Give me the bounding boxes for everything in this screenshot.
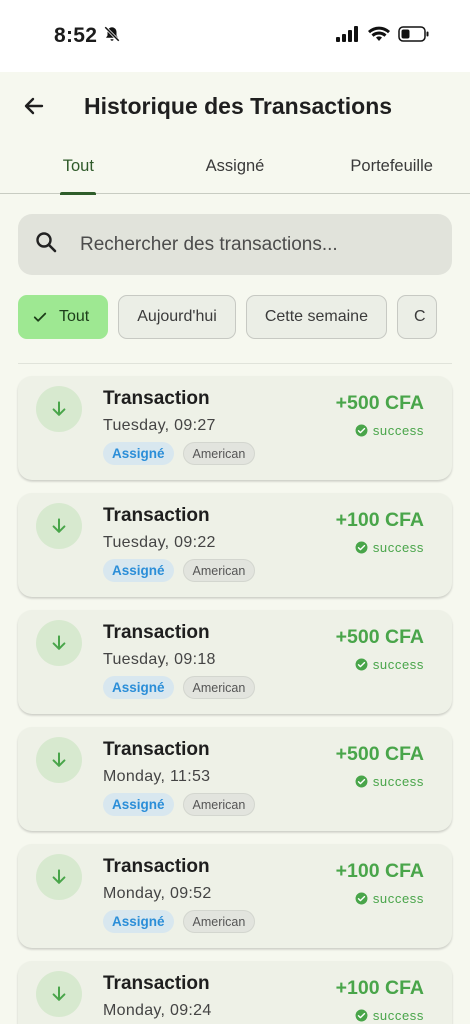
type-badge: American [182,559,256,582]
page-title: Historique des Transactions [84,92,393,119]
status-text: success [372,891,424,906]
divider [18,363,452,364]
status-indicator: success [336,540,424,555]
type-badge: American [182,910,256,933]
status-indicator: success [336,891,424,906]
transaction-date: Tuesday, 09:22 [103,534,216,551]
tab-bar: Tout Assigné Portefeuille [0,140,470,194]
transaction-title: Transaction [103,505,210,526]
assigned-badge: Assigné [103,559,174,582]
filter-chip-tout[interactable]: Tout [18,295,109,339]
arrow-down-icon [52,986,66,1001]
assigned-badge: Assigné [103,793,174,816]
arrow-left-icon [24,97,44,115]
transaction-card[interactable]: Transaction Monday, 09:24 +100 CFA succe… [18,961,452,1024]
transaction-card[interactable]: Transaction Monday, 11:53 Assigné Americ… [18,727,452,831]
tab-tout[interactable]: Tout [0,140,157,193]
transaction-card[interactable]: Transaction Monday, 09:52 Assigné Americ… [18,844,452,948]
type-badge: American [182,442,256,465]
transaction-date: Tuesday, 09:18 [103,651,216,668]
status-indicator: success [336,657,424,672]
arrow-down-icon [52,401,66,416]
transaction-card[interactable]: Transaction Tuesday, 09:18 Assigné Ameri… [18,610,452,714]
assigned-badge: Assigné [103,910,174,933]
check-circle-icon [355,424,368,437]
type-badge: American [182,676,256,699]
incoming-icon-circle [36,737,82,783]
arrow-down-icon [52,752,66,767]
status-text: success [372,540,424,555]
incoming-icon-circle [36,386,82,432]
transaction-list: Transaction Tuesday, 09:27 Assigné Ameri… [18,376,452,1024]
status-time: 8:52 [54,24,98,47]
incoming-icon-circle [36,971,82,1017]
check-circle-icon [355,775,368,788]
status-bar: 8:52 [0,0,470,72]
check-circle-icon [355,1009,368,1022]
assigned-badge: Assigné [103,442,174,465]
incoming-icon-circle [36,620,82,666]
status-indicator: success [336,423,424,438]
check-circle-icon [355,658,368,671]
transaction-date: Monday, 11:53 [103,768,211,785]
type-badge: American [182,793,256,816]
filter-chips: Tout Aujourd'hui Cette semaine C [18,295,452,341]
battery-icon [398,25,430,47]
arrow-down-icon [52,635,66,650]
status-text: success [372,423,424,438]
transaction-date: Tuesday, 09:27 [103,417,216,434]
search-bar[interactable] [18,214,452,275]
transaction-amount: +100 CFA [335,860,424,882]
check-icon [31,308,49,326]
wifi-icon [368,26,390,47]
assigned-badge: Assigné [103,676,174,699]
status-text: success [372,1008,424,1023]
filter-chip-aujourdhui[interactable]: Aujourd'hui [118,295,236,339]
tab-portefeuille[interactable]: Portefeuille [313,140,470,193]
filter-chip-more[interactable]: C [396,295,437,339]
arrow-down-icon [52,518,66,533]
bell-muted-icon [103,25,121,48]
back-button[interactable] [20,92,48,120]
transaction-card[interactable]: Transaction Tuesday, 09:22 Assigné Ameri… [18,493,452,597]
incoming-icon-circle [36,854,82,900]
status-text: success [372,774,424,789]
signal-icon [336,25,360,47]
status-indicator: success [336,1008,424,1023]
transaction-amount: +500 CFA [335,626,424,648]
transaction-title: Transaction [103,739,210,760]
transaction-card[interactable]: Transaction Tuesday, 09:27 Assigné Ameri… [18,376,452,480]
search-icon [34,230,58,259]
tab-assigne[interactable]: Assigné [157,140,314,193]
transaction-date: Monday, 09:52 [103,885,212,902]
app-bar: Historique des Transactions [0,72,470,140]
filter-chip-cette-semaine[interactable]: Cette semaine [245,295,387,339]
transaction-date: Monday, 09:24 [103,1002,212,1019]
transaction-title: Transaction [103,856,210,877]
status-indicator: success [336,774,424,789]
incoming-icon-circle [36,503,82,549]
status-text: success [372,657,424,672]
check-circle-icon [355,892,368,905]
search-input[interactable] [80,233,410,256]
transaction-amount: +100 CFA [335,509,424,531]
transaction-amount: +100 CFA [335,977,424,999]
filter-chip-label: Tout [59,308,90,325]
transaction-amount: +500 CFA [335,743,424,765]
transaction-amount: +500 CFA [335,392,424,414]
check-circle-icon [355,541,368,554]
transaction-title: Transaction [103,388,210,409]
transaction-title: Transaction [103,973,210,994]
arrow-down-icon [52,869,66,884]
transaction-title: Transaction [103,622,210,643]
